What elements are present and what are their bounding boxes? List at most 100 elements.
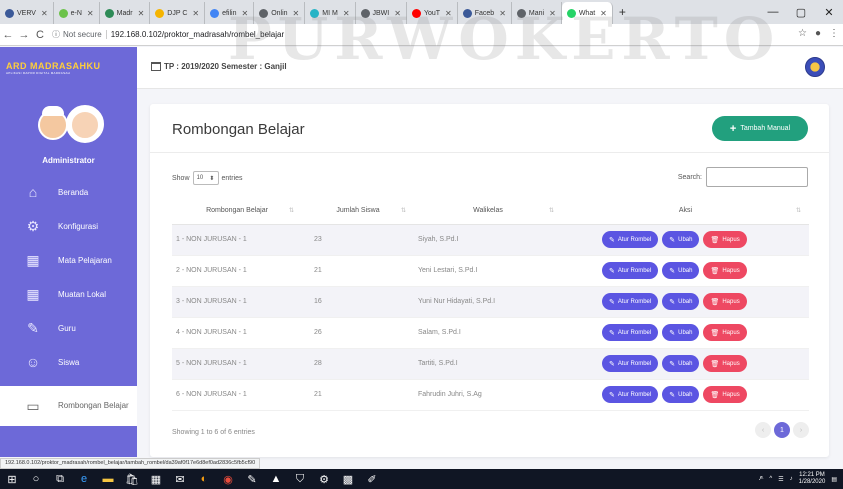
windows-start-icon[interactable]: ⊞ — [0, 469, 24, 489]
add-manual-button[interactable]: + Tambah Manual — [712, 116, 808, 141]
sidebar-item-mata-pelajaran[interactable]: ▦ Mata Pelajaran — [0, 243, 137, 277]
pen-app-icon[interactable]: ✎ — [240, 469, 264, 489]
close-window-button[interactable]: ✕ — [815, 6, 843, 19]
search-input[interactable] — [706, 167, 808, 187]
browser-tab[interactable]: Mani ✕ — [512, 2, 562, 24]
browser-tab[interactable]: VERV ✕ — [0, 2, 54, 24]
browser-tab[interactable]: efilin ✕ — [205, 2, 255, 24]
tab-close-icon[interactable]: ✕ — [293, 9, 300, 18]
sidebar-item-siswa[interactable]: ☺ Siswa — [0, 345, 137, 379]
bookmark-star-icon[interactable]: ☆ — [798, 28, 807, 39]
browser-tab[interactable]: Onlin ✕ — [254, 2, 306, 24]
paint-icon[interactable]: ◐ — [192, 469, 216, 489]
next-page-button[interactable]: › — [793, 422, 809, 438]
tab-close-icon[interactable]: ✕ — [445, 9, 452, 18]
ubah-button[interactable]: ✎ Ubah — [662, 355, 700, 372]
prev-page-button[interactable]: ‹ — [755, 422, 771, 438]
mail-icon[interactable]: ✉ — [168, 469, 192, 489]
security-icon[interactable]: ⛉ — [288, 469, 312, 489]
info-icon[interactable]: ⓘ — [52, 29, 60, 40]
edge-icon[interactable]: e — [72, 469, 96, 489]
hapus-button[interactable]: 🗑 Hapus — [703, 231, 747, 248]
profile-icon[interactable]: ● — [815, 28, 821, 39]
tab-close-icon[interactable]: ✕ — [192, 9, 199, 18]
tab-title: VERV — [17, 9, 36, 17]
atur-rombel-button[interactable]: ✎ Atur Rombel — [602, 262, 659, 279]
settings-icon[interactable]: ⚙ — [312, 469, 336, 489]
minimize-button[interactable]: — — [759, 6, 787, 18]
column-header[interactable]: Rombongan Belajar ⇅ — [172, 198, 302, 225]
atur-rombel-button[interactable]: ✎ Atur Rombel — [602, 355, 659, 372]
clock[interactable]: 12:21 PM 1/28/2020 — [799, 472, 826, 486]
ubah-button[interactable]: ✎ Ubah — [662, 293, 700, 310]
madrasah-emblem-icon[interactable] — [805, 57, 825, 77]
notification-icon[interactable]: ▤ — [831, 476, 837, 483]
atur-rombel-button[interactable]: ✎ Atur Rombel — [602, 293, 659, 310]
url-text[interactable]: 192.168.0.102/proktor_madrasah/rombel_be… — [111, 30, 284, 39]
maximize-button[interactable]: ▢ — [787, 6, 815, 19]
browser-tab[interactable]: MI M ✕ — [305, 2, 356, 24]
ubah-button[interactable]: ✎ Ubah — [662, 262, 700, 279]
task-view-icon[interactable]: ⧉ — [48, 469, 72, 489]
column-header[interactable]: Jumlah Siswa ⇅ — [302, 198, 414, 225]
sidebar-item-label: Konfigurasi — [58, 221, 99, 231]
ubah-button[interactable]: ✎ Ubah — [662, 231, 700, 248]
browser-tab[interactable]: YouT ✕ — [407, 2, 458, 24]
clock-time: 12:21 PM — [799, 472, 825, 478]
rombel-cell: 2 - NON JURUSAN - 1 — [172, 255, 302, 287]
people-icon[interactable]: ዶ — [759, 476, 763, 483]
tray-chevron-icon[interactable]: ^ — [769, 476, 772, 482]
entries-select[interactable]: 10 ⬍ — [192, 171, 219, 185]
hapus-button[interactable]: 🗑 Hapus — [703, 293, 747, 310]
tab-close-icon[interactable]: ✕ — [41, 9, 48, 18]
hapus-button[interactable]: 🗑 Hapus — [703, 355, 747, 372]
hapus-button[interactable]: 🗑 Hapus — [703, 324, 747, 341]
tab-close-icon[interactable]: ✕ — [499, 9, 506, 18]
omnibox[interactable]: ⓘ Not secure 192.168.0.102/proktor_madra… — [52, 29, 284, 40]
column-header[interactable]: Walikelas ⇅ — [414, 198, 562, 225]
sidebar-item-guru[interactable]: ✎ Guru — [0, 311, 137, 345]
tab-close-icon[interactable]: ✕ — [343, 9, 350, 18]
tab-close-icon[interactable]: ✕ — [87, 9, 94, 18]
app-logo[interactable]: ARD MADRASAHKU APLIKASI RAPOR DIGITAL MA… — [0, 47, 137, 89]
chrome-icon[interactable]: ◉ — [216, 469, 240, 489]
browser-tab[interactable]: What ✕ — [561, 2, 613, 24]
ubah-button[interactable]: ✎ Ubah — [662, 386, 700, 403]
browser-tab[interactable]: Faceb ✕ — [458, 2, 512, 24]
store-icon[interactable]: 🛍 — [120, 469, 144, 489]
file-explorer-icon[interactable]: ▬ — [96, 469, 120, 489]
atur-rombel-button[interactable]: ✎ Atur Rombel — [602, 324, 659, 341]
search-icon[interactable]: ○ — [24, 469, 48, 489]
calendar-app-icon[interactable]: ▦ — [144, 469, 168, 489]
tab-close-icon[interactable]: ✕ — [549, 9, 556, 18]
photos-icon[interactable]: ▲ — [264, 469, 288, 489]
hapus-button[interactable]: 🗑 Hapus — [703, 262, 747, 279]
network-icon[interactable]: ☰ — [778, 476, 783, 483]
volume-icon[interactable]: ♪ — [790, 476, 793, 482]
column-header[interactable]: Aksi ⇅ — [562, 198, 809, 225]
tab-close-icon[interactable]: ✕ — [600, 9, 607, 18]
browser-tab[interactable]: DJP C ✕ — [150, 2, 206, 24]
sidebar-item-konfigurasi[interactable]: ⚙ Konfigurasi — [0, 209, 137, 243]
media-icon[interactable]: ▩ — [336, 469, 360, 489]
menu-dots-icon[interactable]: ⋮ — [829, 28, 839, 39]
browser-tab[interactable]: JBWI ✕ — [356, 2, 407, 24]
sidebar-item-muatan-lokal[interactable]: ▦ Muatan Lokal — [0, 277, 137, 311]
forward-button[interactable]: → — [16, 29, 32, 41]
tab-close-icon[interactable]: ✕ — [138, 9, 145, 18]
tab-close-icon[interactable]: ✕ — [242, 9, 249, 18]
reload-button[interactable]: C — [32, 29, 48, 41]
new-tab-button[interactable]: + — [613, 5, 632, 19]
tool-icon[interactable]: ✐ — [360, 469, 384, 489]
browser-tab[interactable]: Madr ✕ — [100, 2, 151, 24]
hapus-button[interactable]: 🗑 Hapus — [703, 386, 747, 403]
sidebar-item-rombongan-belajar[interactable]: ▭ Rombongan Belajar — [0, 386, 137, 426]
atur-rombel-button[interactable]: ✎ Atur Rombel — [602, 386, 659, 403]
sidebar-item-beranda[interactable]: ⌂ Beranda — [0, 175, 137, 209]
tab-close-icon[interactable]: ✕ — [394, 9, 401, 18]
page-1-button[interactable]: 1 — [774, 422, 790, 438]
back-button[interactable]: ← — [0, 29, 16, 41]
browser-tab[interactable]: e-N ✕ — [54, 2, 100, 24]
ubah-button[interactable]: ✎ Ubah — [662, 324, 700, 341]
atur-rombel-button[interactable]: ✎ Atur Rombel — [602, 231, 659, 248]
